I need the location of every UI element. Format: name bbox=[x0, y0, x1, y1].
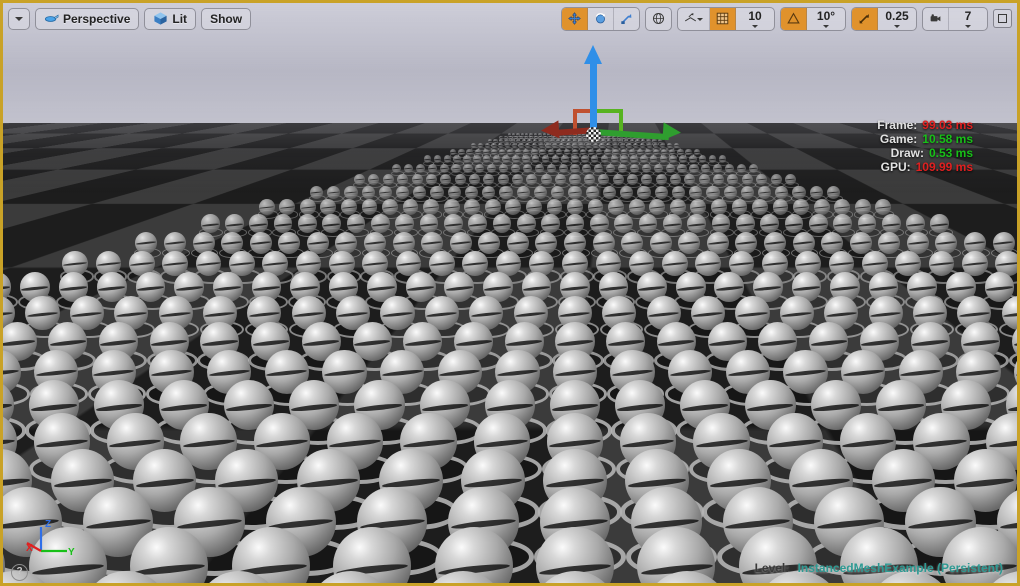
gizmo-y-arrow-icon[interactable] bbox=[662, 122, 682, 142]
camera-speed-value: 7 bbox=[964, 8, 972, 23]
grid-snap-toggle[interactable] bbox=[710, 7, 736, 30]
maximize-viewport-button[interactable] bbox=[993, 9, 1012, 28]
angle-size-value: 10° bbox=[816, 8, 836, 23]
help-icon[interactable]: ? bbox=[11, 564, 28, 581]
show-flags-label: Show bbox=[210, 11, 243, 26]
scale-icon bbox=[620, 12, 633, 25]
surface-snap-icon bbox=[684, 12, 697, 25]
scale-arrow-icon bbox=[858, 12, 871, 25]
camera-speed-dropdown[interactable]: 7 bbox=[949, 8, 987, 30]
viewport-options-menu[interactable] bbox=[8, 7, 30, 30]
view-mode-label: Perspective bbox=[63, 11, 131, 26]
gizmo-z-axis[interactable] bbox=[590, 59, 597, 136]
camera-speed-icon[interactable] bbox=[923, 7, 949, 30]
level-viewport[interactable]: Perspective Lit Show 10 10° 0.25 7 Frame… bbox=[0, 0, 1020, 586]
translate-mode-button[interactable] bbox=[562, 7, 588, 30]
coordinate-system-group bbox=[645, 6, 672, 31]
angle-icon bbox=[787, 12, 800, 25]
grid-size-chevron-icon[interactable] bbox=[752, 24, 758, 28]
lighting-mode-button[interactable]: Lit bbox=[144, 7, 197, 30]
scale-size-chevron-icon[interactable] bbox=[894, 24, 900, 28]
camera-speed-group: 7 bbox=[922, 6, 988, 31]
surface-snap-chevron-icon[interactable] bbox=[697, 17, 703, 21]
angle-snap-group: 10° bbox=[780, 6, 846, 31]
surface-snap-toggle[interactable] bbox=[678, 7, 710, 30]
angle-size-dropdown[interactable]: 10° bbox=[807, 8, 845, 30]
grid-snap-group: 10 bbox=[677, 6, 775, 31]
scale-size-dropdown[interactable]: 0.25 bbox=[878, 8, 916, 30]
camera-speed-chevron-icon[interactable] bbox=[965, 24, 971, 28]
angle-snap-toggle[interactable] bbox=[781, 7, 807, 30]
3d-scene[interactable] bbox=[3, 3, 1017, 583]
grid-size-dropdown[interactable]: 10 bbox=[736, 8, 774, 30]
move-arrows-icon bbox=[568, 12, 581, 25]
cube-lit-icon bbox=[153, 11, 168, 26]
camera-perspective-icon bbox=[44, 11, 59, 26]
checkered-ground-plane bbox=[3, 123, 1017, 583]
show-flags-button[interactable]: Show bbox=[201, 7, 252, 30]
view-mode-button[interactable]: Perspective bbox=[35, 7, 140, 30]
globe-icon bbox=[652, 12, 665, 25]
scale-snap-group: 0.25 bbox=[851, 6, 917, 31]
scale-mode-button[interactable] bbox=[614, 8, 639, 30]
world-coordinate-toggle[interactable] bbox=[646, 8, 671, 30]
gizmo-x-arrow-icon[interactable] bbox=[540, 120, 560, 140]
transform-mode-group bbox=[561, 6, 640, 31]
grid-icon bbox=[716, 12, 729, 25]
lighting-mode-label: Lit bbox=[172, 11, 188, 26]
scale-size-value: 0.25 bbox=[885, 8, 909, 23]
gizmo-z-arrow-icon[interactable] bbox=[584, 45, 602, 64]
chevron-down-icon bbox=[15, 16, 23, 21]
grid-size-value: 10 bbox=[748, 8, 762, 23]
gizmo-origin-handle[interactable] bbox=[586, 127, 601, 142]
rotate-mode-button[interactable] bbox=[588, 7, 614, 30]
gizmo-y-axis[interactable] bbox=[594, 129, 670, 141]
angle-size-chevron-icon[interactable] bbox=[823, 24, 829, 28]
rotate-icon bbox=[594, 12, 607, 25]
translate-gizmo[interactable] bbox=[540, 43, 682, 148]
scale-snap-toggle[interactable] bbox=[852, 7, 878, 30]
